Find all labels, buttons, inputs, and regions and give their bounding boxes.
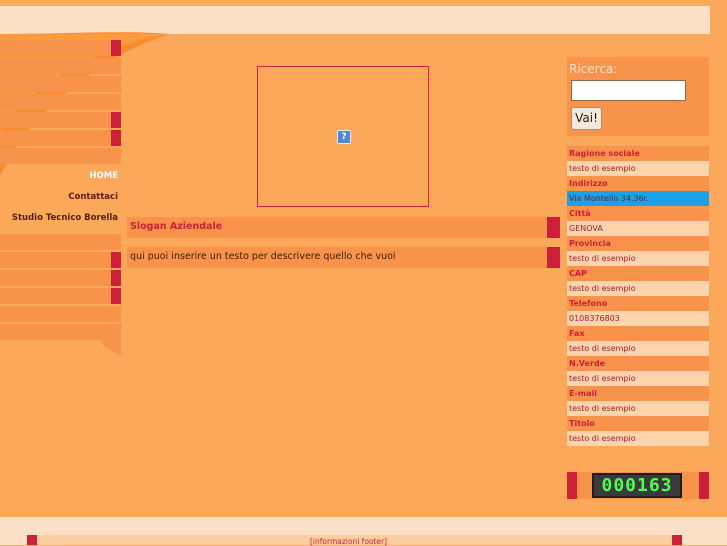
visit-counter-panel: 000163 <box>567 472 709 499</box>
slogan-bar: Slogan Aziendale <box>127 217 560 238</box>
info-value-telefono: 0108376803 <box>567 311 709 326</box>
search-input[interactable] <box>571 80 686 101</box>
sidebar-row <box>0 76 121 92</box>
info-value-titolo: testo di esempio <box>567 431 709 446</box>
sidebar-row <box>0 58 121 74</box>
sidebar-row <box>0 252 121 268</box>
search-button[interactable]: Vai! <box>571 107 602 130</box>
sidebar-row <box>0 130 121 146</box>
info-value-indirizzo: Via Montello 34,36r. <box>567 191 709 206</box>
sidebar-row <box>0 112 121 128</box>
sidebar-marker <box>111 112 121 128</box>
nav-studio-label[interactable]: Studio Tecnico Borella <box>12 213 118 223</box>
sidebar-row <box>0 306 121 322</box>
visit-counter: 000163 <box>592 473 682 498</box>
footer-marker-right <box>672 535 682 545</box>
sidebar-row <box>0 40 121 56</box>
nav-item-contattaci[interactable]: Contattaci <box>0 189 121 207</box>
sidebar-row <box>0 94 121 110</box>
info-label-titolo: Titolo <box>567 416 709 431</box>
sidebar-marker <box>111 130 121 146</box>
info-value-numero-verde: testo di esempio <box>567 371 709 386</box>
sidebar-row <box>0 234 121 250</box>
info-value-cap: testo di esempio <box>567 281 709 296</box>
nav-item-home[interactable]: HOME <box>0 168 121 186</box>
description-bar: qui puoi inserire un testo per descriver… <box>127 247 560 268</box>
sidebar-row <box>0 324 121 340</box>
info-value-citta: GENOVA <box>567 221 709 236</box>
nav-contattaci-label[interactable]: Contattaci <box>68 192 118 202</box>
sidebar-marker <box>111 40 121 56</box>
broken-image-icon: ? <box>337 130 351 144</box>
info-value-provincia: testo di esempio <box>567 251 709 266</box>
info-label-indirizzo: Indirizzo <box>567 176 709 191</box>
description-text: qui puoi inserire un testo per descriver… <box>130 251 396 262</box>
info-label-provincia: Provincia <box>567 236 709 251</box>
sidebar-row <box>0 288 121 304</box>
counter-marker-left <box>567 472 577 499</box>
contact-info-table: Ragione sociale testo di esempio Indiriz… <box>567 146 709 446</box>
info-value-email: testo di esempio <box>567 401 709 416</box>
info-value-fax: testo di esempio <box>567 341 709 356</box>
slogan-text: Slogan Aziendale <box>130 221 223 232</box>
footer-marker-left <box>27 535 37 545</box>
sidebar-marker <box>111 288 121 304</box>
info-label-citta: Città <box>567 206 709 221</box>
sidebar-row <box>0 270 121 286</box>
info-label-numero-verde: N.Verde <box>567 356 709 371</box>
bar-marker <box>547 217 560 238</box>
counter-marker-right <box>699 472 709 499</box>
info-label-cap: CAP <box>567 266 709 281</box>
info-label-email: E-mail <box>567 386 709 401</box>
search-title: Ricerca: <box>569 62 618 76</box>
sidebar-marker <box>111 252 121 268</box>
nav-home-label[interactable]: HOME <box>89 171 118 181</box>
sidebar-row <box>0 148 121 164</box>
search-panel: Ricerca: Vai! <box>567 57 709 136</box>
sidebar-marker <box>111 270 121 286</box>
info-label-telefono: Telefono <box>567 296 709 311</box>
info-label-fax: Fax <box>567 326 709 341</box>
bar-marker <box>547 247 560 268</box>
info-label-ragione-sociale: Ragione sociale <box>567 146 709 161</box>
info-value-ragione-sociale: testo di esempio <box>567 161 709 176</box>
nav-item-studio[interactable]: Studio Tecnico Borella <box>0 210 121 228</box>
